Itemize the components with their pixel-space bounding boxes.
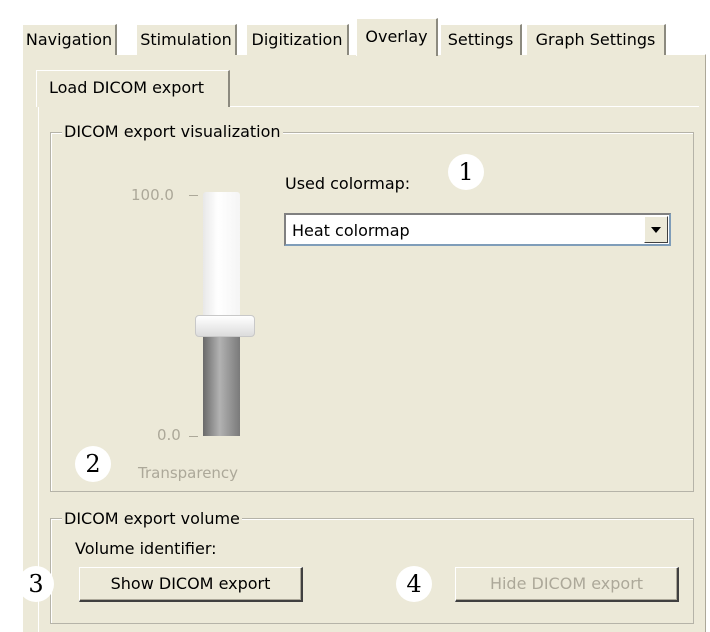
- tab-settings[interactable]: Settings: [440, 24, 522, 55]
- slider-track-upper: [203, 192, 240, 327]
- volume-identifier-label: Volume identifier:: [75, 539, 217, 558]
- tab-stimulation[interactable]: Stimulation: [136, 24, 237, 55]
- transparency-caption: Transparency: [138, 464, 239, 482]
- slider-thumb[interactable]: [195, 315, 255, 338]
- colormap-label: Used colormap:: [285, 174, 411, 193]
- hide-dicom-export-button[interactable]: Hide DICOM export: [455, 567, 679, 602]
- slider-max-label: 100.0: [131, 186, 174, 204]
- marker-3: 3: [18, 566, 54, 602]
- tab-overlay[interactable]: Overlay: [356, 18, 438, 56]
- slider-max-tick: [189, 195, 198, 196]
- slider-min-tick: [189, 436, 198, 437]
- volume-group-title: DICOM export volume: [62, 509, 242, 528]
- marker-4: 4: [396, 566, 432, 602]
- tab-digitization[interactable]: Digitization: [246, 24, 349, 55]
- marker-2: 2: [75, 446, 111, 482]
- visualization-group-title: DICOM export visualization: [62, 122, 283, 141]
- tab-graph-settings[interactable]: Graph Settings: [526, 24, 666, 55]
- marker-1: 1: [448, 154, 484, 190]
- slider-track-lower: [203, 326, 240, 436]
- colormap-select[interactable]: Heat colormap: [284, 213, 671, 246]
- tab-navigation[interactable]: Navigation: [22, 24, 117, 55]
- dropdown-arrow-icon[interactable]: [644, 216, 668, 243]
- slider-min-label: 0.0: [157, 426, 181, 444]
- tab-load-dicom-export[interactable]: Load DICOM export: [36, 70, 230, 107]
- show-dicom-export-button[interactable]: Show DICOM export: [79, 567, 303, 602]
- colormap-select-value: Heat colormap: [292, 221, 410, 240]
